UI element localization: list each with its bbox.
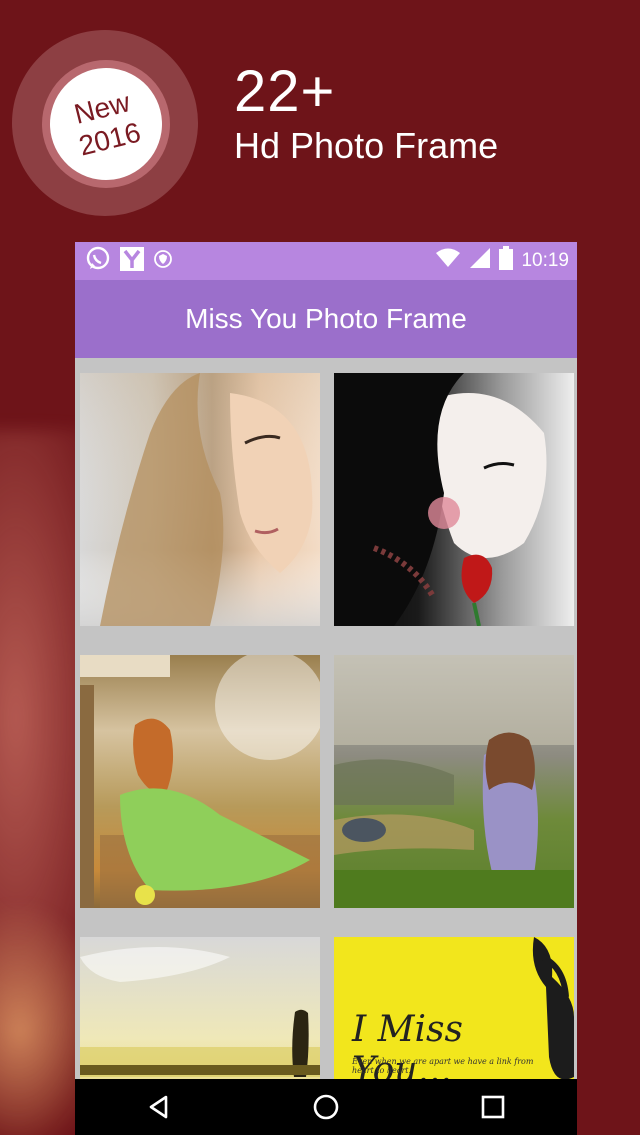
signal-icon: [469, 247, 491, 275]
status-time: 10:19: [521, 250, 569, 271]
frame-tile-4[interactable]: [334, 655, 574, 908]
promo-screen: New 2016 22+ Hd Photo Frame 10:19 Miss Y…: [0, 0, 640, 1135]
recents-button[interactable]: [463, 1087, 523, 1127]
phone-screen: 10:19 Miss You Photo Frame I Miss You...…: [75, 242, 577, 1135]
frame-tile-2[interactable]: [334, 373, 574, 626]
app-title: Miss You Photo Frame: [185, 303, 467, 334]
frame-photo-4: [334, 655, 574, 908]
home-icon: [313, 1094, 339, 1120]
back-icon: [149, 1095, 167, 1119]
frame-photo-1: [80, 373, 320, 626]
app-bar: Miss You Photo Frame: [75, 280, 577, 358]
frame-photo-2: [334, 373, 547, 626]
recents-icon: [482, 1095, 505, 1119]
wifi-icon: [435, 248, 461, 274]
headline-subtitle: Hd Photo Frame: [234, 125, 499, 166]
frame-photo-3: [80, 655, 320, 908]
shield-icon: [153, 249, 173, 274]
battery-icon: [499, 246, 514, 276]
y-app-icon: [119, 246, 145, 277]
status-bar: 10:19: [75, 242, 577, 280]
headline-count: 22+: [234, 59, 336, 124]
frame-tile-3[interactable]: [80, 655, 320, 908]
whatsapp-icon: [85, 246, 111, 277]
home-button[interactable]: [296, 1087, 356, 1127]
frame-tile-1[interactable]: [80, 373, 320, 626]
navigation-bar: [75, 1079, 577, 1135]
back-button[interactable]: [129, 1087, 189, 1127]
frame-6-subcaption: Even when we are apart we have a link fr…: [352, 1057, 534, 1075]
